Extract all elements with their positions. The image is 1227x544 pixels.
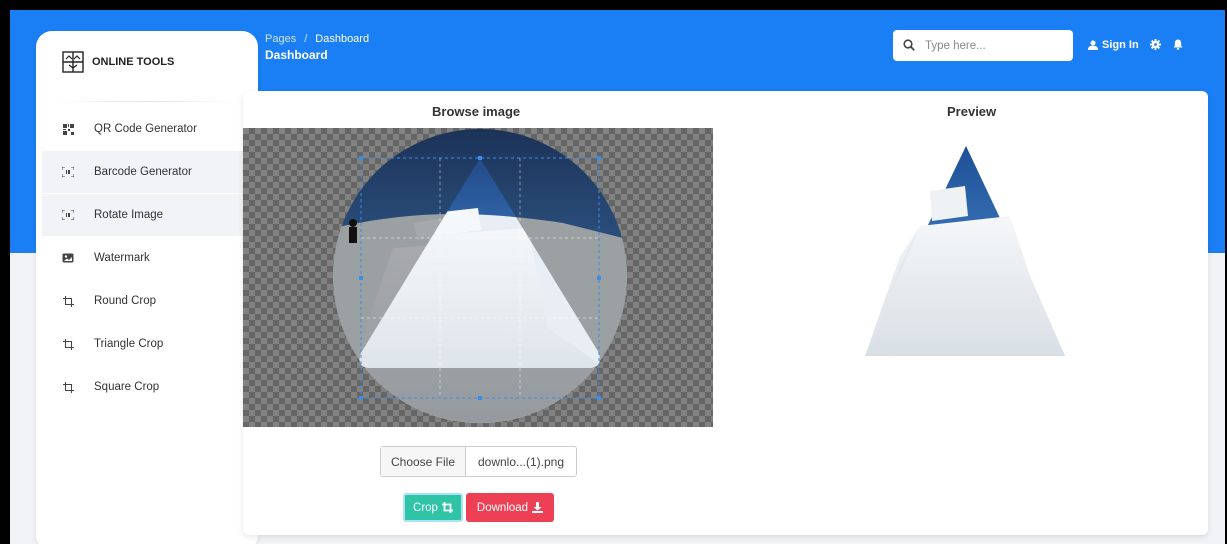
crop-card: Browse image Preview Choose File downlo.… [243,91,1208,535]
sidebar-item-barcode-generator[interactable]: Barcode Generator [42,151,254,193]
gear-icon[interactable] [1150,39,1161,50]
file-input[interactable]: Choose File downlo...(1).png [380,446,577,477]
crop-icon [62,381,74,393]
brand[interactable]: ONLINE TOOLS [36,31,258,93]
qr-code-icon [62,123,74,135]
sidebar-item-label: QR Code Generator [94,123,197,135]
file-name: downlo...(1).png [477,454,565,469]
crop-button[interactable]: Crop [403,493,463,522]
crop-icon [62,338,74,350]
app-frame: ONLINE TOOLS QR Code Generator Barcode G… [10,10,1225,544]
crop-button-label: Crop [413,501,438,514]
sidebar-divider [54,101,240,102]
breadcrumb-root[interactable]: Pages [265,33,296,45]
search-icon [903,39,915,51]
layout-grid-icon [62,51,84,73]
sidebar-item-label: Barcode Generator [94,166,192,178]
sidebar-item-triangle-crop[interactable]: Triangle Crop [42,323,254,365]
choose-file-button[interactable]: Choose File [381,447,466,476]
image-icon [62,252,74,264]
download-button-label: Download [476,501,529,514]
sidebar-item-label: Rotate Image [94,209,164,221]
sidebar-item-round-crop[interactable]: Round Crop [42,280,254,322]
barcode-icon [62,166,74,178]
crop-icon [441,502,453,513]
download-icon [532,502,544,513]
sidebar-item-square-crop[interactable]: Square Crop [42,366,254,408]
page-title: Dashboard [265,48,328,62]
breadcrumb: Pages / Dashboard [265,33,369,45]
sidebar-item-label: Square Crop [94,381,160,393]
source-image [333,129,627,423]
sidebar-item-qr-code-generator[interactable]: QR Code Generator [42,108,254,150]
download-button[interactable]: Download [466,493,554,522]
sign-in-label: Sign In [1102,39,1139,51]
breadcrumb-current: Dashboard [315,33,370,45]
sidebar-item-label: Round Crop [94,295,157,307]
search-box[interactable] [893,30,1073,61]
sidebar: ONLINE TOOLS QR Code Generator Barcode G… [36,31,258,544]
breadcrumb-separator: / [304,33,308,45]
sign-in-link[interactable]: Sign In [1088,39,1139,51]
sidebar-item-label: Watermark [94,252,150,264]
crop-icon [62,295,74,307]
search-input[interactable] [923,36,1067,56]
user-icon [1088,40,1098,50]
barcode-icon [62,209,74,221]
sidebar-item-rotate-image[interactable]: Rotate Image [42,194,254,236]
sidebar-item-label: Triangle Crop [94,338,164,350]
preview-image [865,146,1065,356]
preview-title: Preview [947,104,997,119]
image-cropper[interactable] [243,128,713,427]
bell-icon[interactable] [1173,39,1183,50]
browse-image-title: Browse image [432,104,521,119]
sidebar-item-watermark[interactable]: Watermark [42,237,254,279]
brand-name: ONLINE TOOLS [92,56,175,68]
